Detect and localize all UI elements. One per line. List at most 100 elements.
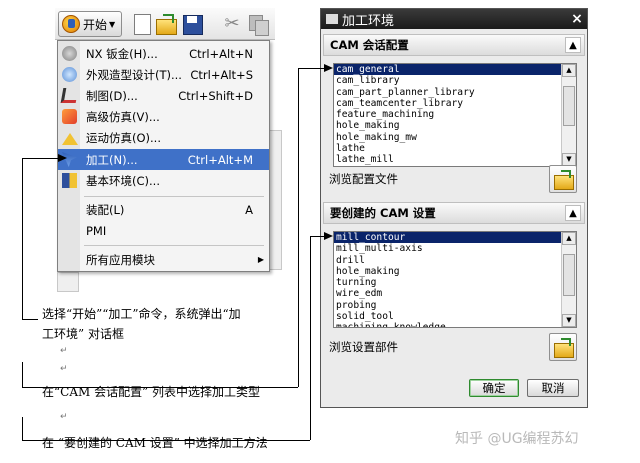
menu-item-label: 加工(N)... xyxy=(86,152,138,167)
cut-icon[interactable]: ✂ xyxy=(221,13,243,35)
step1-text: 选择“开始”“加工”命令，系统弹出“加 xyxy=(42,307,241,321)
callout-line xyxy=(22,319,38,320)
list-item[interactable]: mill_contour xyxy=(334,232,562,244)
menu-item-advanced-simulation[interactable]: 高级仿真(V)... xyxy=(58,106,269,127)
menu-item-label: PMI xyxy=(86,223,107,238)
menu-item-gateway[interactable]: 基本环境(C)... xyxy=(58,170,269,191)
menu-separator xyxy=(84,196,264,197)
menu-item-shortcut: A xyxy=(245,202,253,217)
start-button[interactable]: 开始 ▼ xyxy=(58,11,122,37)
list-item[interactable]: cam_general xyxy=(334,64,562,76)
advanced-simulation-icon xyxy=(62,109,77,124)
menu-item-shortcut: Ctrl+Shift+D xyxy=(178,88,253,103)
menu-item-assemblies[interactable]: 装配(L) A xyxy=(58,199,269,220)
copy-icon[interactable] xyxy=(247,13,269,36)
list-item[interactable]: cam_library xyxy=(334,75,562,86)
scroll-thumb[interactable] xyxy=(563,254,575,296)
nx-logo-icon xyxy=(62,15,80,33)
menu-item-label: 装配(L) xyxy=(86,202,125,217)
collapse-up-icon[interactable]: ▲ xyxy=(565,205,581,221)
background-window-corner xyxy=(57,272,79,292)
list-item[interactable]: lathe_mill xyxy=(334,154,562,165)
scroll-down-icon[interactable]: ▼ xyxy=(562,314,576,327)
open-folder-icon[interactable] xyxy=(155,13,177,35)
scrollbar[interactable]: ▲ ▼ xyxy=(561,64,576,166)
standard-toolbar: 开始 ▼ ✂ xyxy=(55,8,275,40)
list-item[interactable]: wire_edm xyxy=(334,288,562,299)
cam-setup-list[interactable]: mill_contour mill_multi-axis drill hole_mak… xyxy=(333,231,577,328)
start-button-label: 开始 xyxy=(83,17,108,32)
ok-button[interactable]: 确定 xyxy=(469,379,519,397)
menu-item-all-applications[interactable]: 所有应用模块 ▶ xyxy=(58,249,269,270)
menu-item-shortcut: Ctrl+Alt+S xyxy=(190,67,253,82)
scroll-up-icon[interactable]: ▲ xyxy=(562,232,576,245)
menu-item-label: 基本环境(C)... xyxy=(86,173,160,188)
list-item[interactable]: drill xyxy=(334,255,562,266)
list-item[interactable]: mill_multi-axis xyxy=(334,243,562,254)
list-item[interactable]: hole_making xyxy=(334,266,562,277)
callout-arrow xyxy=(324,232,333,240)
callout-line xyxy=(22,362,23,387)
cancel-button[interactable]: 取消 xyxy=(527,379,579,397)
close-icon[interactable]: × xyxy=(567,9,587,29)
list-item[interactable]: cam_part_planner_library xyxy=(334,87,562,98)
session-config-items: cam_general cam_library cam_part_planner_l… xyxy=(334,64,562,166)
list-item[interactable]: lathe xyxy=(334,143,562,154)
browse-setup-label: 浏览设置部件 xyxy=(329,340,398,354)
shape-studio-icon xyxy=(62,67,77,82)
machining-environment-dialog: 加工环境 × CAM 会话配置 ▲ cam_general cam_library… xyxy=(320,8,588,408)
scrollbar[interactable]: ▲ ▼ xyxy=(561,232,576,327)
list-item[interactable]: hole_making xyxy=(334,120,562,131)
menu-item-manufacturing[interactable]: 加工(N)... Ctrl+Alt+M xyxy=(58,149,269,170)
browse-config-button[interactable] xyxy=(549,165,577,193)
menu-item-label: 运动仿真(O)... xyxy=(86,130,161,145)
submenu-arrow-icon: ▶ xyxy=(257,255,264,264)
browse-config-label: 浏览配置文件 xyxy=(329,172,398,186)
list-item[interactable]: feature_machining xyxy=(334,109,562,120)
menu-item-drafting[interactable]: 制图(D)... Ctrl+Shift+D xyxy=(58,85,269,106)
menu-item-label: 制图(D)... xyxy=(86,88,138,103)
save-icon[interactable] xyxy=(181,13,203,35)
menu-item-shortcut: Ctrl+Alt+M xyxy=(187,152,253,167)
menu-item-label: 外观造型设计(T)... xyxy=(86,67,182,82)
callout-line xyxy=(22,158,23,319)
list-item[interactable]: cam_teamcenter_library xyxy=(334,98,562,109)
paragraph-mark: ↵ xyxy=(60,412,68,422)
gateway-icon xyxy=(62,173,77,188)
step2-text: 在“CAM 会话配置” 列表中选择加工类型 xyxy=(42,385,261,399)
session-config-header[interactable]: CAM 会话配置 ▲ xyxy=(323,34,585,56)
scroll-thumb[interactable] xyxy=(563,86,575,126)
session-config-title: CAM 会话配置 xyxy=(330,38,409,52)
list-item[interactable]: machining_knowledge xyxy=(334,322,562,327)
paragraph-mark: ↵ xyxy=(60,364,68,374)
new-file-icon[interactable] xyxy=(131,13,153,35)
list-item[interactable]: turning xyxy=(334,277,562,288)
list-item[interactable]: solid_tool xyxy=(334,311,562,322)
browse-config-row: 浏览配置文件 xyxy=(329,165,587,193)
start-menu: NX 钣金(H)... Ctrl+Alt+N 外观造型设计(T)... Ctrl… xyxy=(57,40,270,272)
menu-item-sheet-metal[interactable]: NX 钣金(H)... Ctrl+Alt+N xyxy=(58,43,269,64)
dialog-menu-icon xyxy=(326,14,338,24)
watermark: 知乎 @UG编程苏幻 xyxy=(455,431,579,447)
menu-item-shape-studio[interactable]: 外观造型设计(T)... Ctrl+Alt+S xyxy=(58,64,269,85)
callout-line xyxy=(22,417,23,440)
callout-line xyxy=(310,236,311,440)
collapse-up-icon[interactable]: ▲ xyxy=(565,37,581,53)
callout-line xyxy=(298,68,326,69)
session-config-list[interactable]: cam_general cam_library cam_part_planner_l… xyxy=(333,63,577,167)
list-item[interactable]: probing xyxy=(334,300,562,311)
menu-item-shortcut: Ctrl+Alt+N xyxy=(189,46,253,61)
list-item[interactable]: hole_making_mw xyxy=(334,132,562,143)
menu-item-pmi[interactable]: PMI xyxy=(58,220,269,241)
chevron-down-icon: ▼ xyxy=(109,19,116,29)
browse-setup-button[interactable] xyxy=(549,333,577,361)
dialog-title-bar[interactable]: 加工环境 × xyxy=(321,9,587,29)
setup-header[interactable]: 要创建的 CAM 设置 ▲ xyxy=(323,202,585,224)
menu-separator xyxy=(84,245,264,246)
callout-arrow xyxy=(324,64,333,72)
cam-setup-items: mill_contour mill_multi-axis drill hole_mak… xyxy=(334,232,562,327)
menu-item-motion-simulation[interactable]: 运动仿真(O)... xyxy=(58,127,269,148)
menu-item-label: NX 钣金(H)... xyxy=(86,46,158,61)
scroll-up-icon[interactable]: ▲ xyxy=(562,64,576,77)
paragraph-mark: ↵ xyxy=(60,346,68,356)
